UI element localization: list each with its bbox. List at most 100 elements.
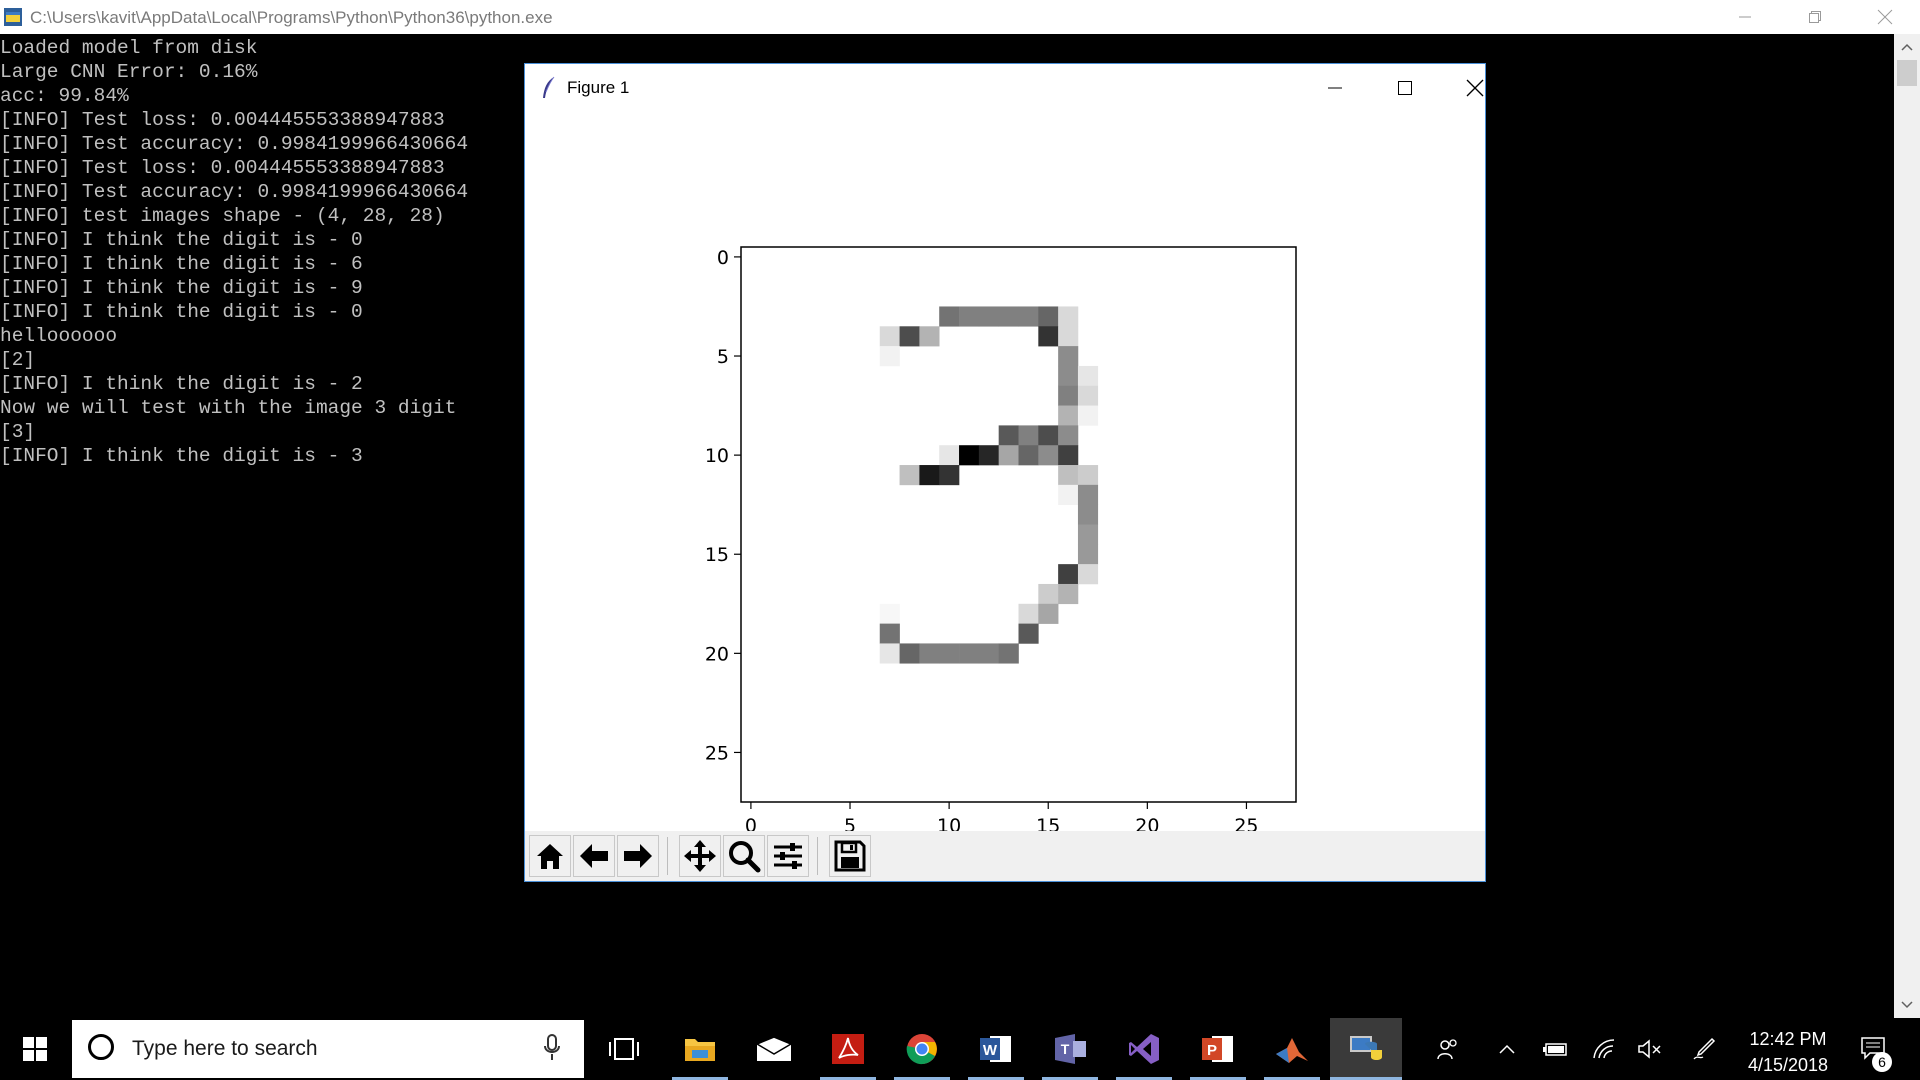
- console-line: [INFO] I think the digit is - 6: [0, 253, 363, 275]
- search-box[interactable]: Type here to search: [72, 1020, 584, 1078]
- acrobat-icon: [832, 1034, 864, 1064]
- taskbar-teams[interactable]: T: [1034, 1018, 1106, 1080]
- chevron-up-icon: [1901, 43, 1913, 51]
- heatmap-cell: [1077, 465, 1099, 486]
- taskbar-visual-studio[interactable]: [1108, 1018, 1180, 1080]
- console-line: [INFO] Test loss: 0.004445553388947883: [0, 157, 445, 179]
- zoom-button[interactable]: [723, 835, 765, 877]
- console-line: acc: 99.84%: [0, 85, 129, 107]
- console-line: [INFO] Test accuracy: 0.9984199966430664: [0, 133, 469, 155]
- visual-studio-icon: [1129, 1034, 1159, 1064]
- heatmap-cell: [1058, 564, 1079, 585]
- console-close-button[interactable]: [1850, 0, 1920, 34]
- console-line: [2]: [0, 349, 36, 371]
- back-button[interactable]: [573, 835, 615, 877]
- heatmap-cell: [1038, 603, 1059, 624]
- y-tick-label: 10: [705, 445, 729, 467]
- heatmap-cell: [1077, 405, 1099, 426]
- heatmap-cell: [998, 643, 1019, 664]
- heatmap-cell: [1018, 623, 1039, 644]
- console-restore-button[interactable]: [1780, 0, 1850, 34]
- people-icon: [1437, 1039, 1457, 1060]
- task-view-button[interactable]: [588, 1018, 660, 1080]
- battery-button[interactable]: [1538, 1018, 1574, 1080]
- heatmap-cell: [998, 445, 1019, 466]
- heatmap-cell: [1077, 385, 1099, 406]
- show-hidden-icons-button[interactable]: [1490, 1018, 1524, 1080]
- scroll-thumb[interactable]: [1897, 60, 1917, 86]
- mail-icon: [756, 1036, 792, 1061]
- taskbar-word[interactable]: W: [960, 1018, 1032, 1080]
- home-button[interactable]: [529, 835, 571, 877]
- heatmap-cell: [1018, 306, 1039, 327]
- windows-logo-icon: [23, 1037, 47, 1061]
- matlab-icon: [1276, 1038, 1308, 1063]
- clock-date: 4/15/2018: [1747, 1055, 1829, 1075]
- restore-icon: [1809, 11, 1821, 23]
- console-minimize-button[interactable]: [1710, 0, 1780, 34]
- figure-close-button[interactable]: [1445, 68, 1505, 108]
- console-line: [INFO] I think the digit is - 0: [0, 229, 363, 251]
- taskbar-powerpoint[interactable]: P: [1182, 1018, 1254, 1080]
- scroll-down-button[interactable]: [1894, 994, 1920, 1016]
- console-line: helloooooo: [0, 325, 118, 347]
- svg-text:P: P: [1207, 1042, 1217, 1059]
- heatmap-cell: [1058, 425, 1079, 446]
- clock[interactable]: 12:42 PM 4/15/2018: [1728, 1026, 1848, 1078]
- taskbar-acrobat[interactable]: [812, 1018, 884, 1080]
- x-tick-label: 5: [844, 815, 856, 831]
- volume-button[interactable]: [1632, 1018, 1668, 1080]
- console-titlebar[interactable]: C:\Users\kavit\AppData\Local\Programs\Py…: [0, 0, 1920, 34]
- heatmap-cell: [1038, 445, 1059, 466]
- configure-subplots-icon: [774, 843, 802, 869]
- heatmap-cell: [899, 465, 920, 486]
- x-tick-label: 15: [1036, 815, 1060, 831]
- figure-minimize-button[interactable]: [1305, 68, 1365, 108]
- taskbar-file-explorer[interactable]: [664, 1018, 736, 1080]
- battery-icon: [1543, 1043, 1567, 1056]
- pan-button[interactable]: [679, 835, 721, 877]
- heatmap-cell: [978, 306, 999, 327]
- configure-subplots-button[interactable]: [767, 835, 809, 877]
- console-output: Loaded model from disk Large CNN Error: 0…: [0, 36, 468, 468]
- heatmap-cell: [879, 603, 900, 624]
- figure-titlebar[interactable]: Figure 1: [525, 64, 1485, 112]
- heatmap-cell: [919, 643, 940, 664]
- heatmap-background: [741, 247, 1296, 802]
- forward-button[interactable]: [617, 835, 659, 877]
- console-title: C:\Users\kavit\AppData\Local\Programs\Py…: [30, 8, 553, 27]
- taskbar-chrome[interactable]: [886, 1018, 958, 1080]
- action-center-button[interactable]: 6: [1852, 1018, 1896, 1080]
- taskbar-mail[interactable]: [738, 1018, 810, 1080]
- start-button[interactable]: [0, 1018, 70, 1080]
- toolbar-separator: [817, 837, 818, 875]
- heatmap-cell: [1077, 484, 1099, 505]
- taskbar-python[interactable]: [1330, 1018, 1402, 1080]
- console-line: [INFO] I think the digit is - 0: [0, 301, 363, 323]
- word-icon: W: [980, 1036, 1011, 1062]
- network-button[interactable]: [1586, 1018, 1622, 1080]
- console-line: [INFO] I think the digit is - 2: [0, 373, 363, 395]
- heatmap-cell: [1038, 425, 1059, 446]
- back-icon: [580, 844, 608, 868]
- heatmap-cell: [939, 643, 960, 664]
- save-button[interactable]: [829, 835, 871, 877]
- heatmap-cell: [879, 623, 900, 644]
- console-scrollbar[interactable]: [1894, 34, 1920, 1018]
- volume-muted-icon: [1638, 1039, 1661, 1059]
- heatmap-cell: [1077, 544, 1099, 565]
- toolbar-separator: [667, 837, 668, 875]
- heatmap-cell: [879, 643, 900, 664]
- people-button[interactable]: [1430, 1018, 1466, 1080]
- chevron-up-icon: [1499, 1044, 1515, 1054]
- pen-button[interactable]: [1686, 1018, 1722, 1080]
- scroll-up-button[interactable]: [1894, 36, 1920, 58]
- heatmap-cell: [1038, 306, 1059, 327]
- console-line: [INFO] I think the digit is - 3: [0, 445, 363, 467]
- figure-maximize-button[interactable]: [1375, 68, 1435, 108]
- console-line: [INFO] Test loss: 0.004445553388947883: [0, 109, 445, 131]
- y-tick-label: 5: [717, 346, 729, 368]
- figure-window[interactable]: Figure 1 0 5 10 15 20 25 0 5 10 15 20 25: [524, 63, 1486, 882]
- taskbar-matlab[interactable]: [1256, 1018, 1328, 1080]
- microphone-icon[interactable]: [544, 1034, 560, 1062]
